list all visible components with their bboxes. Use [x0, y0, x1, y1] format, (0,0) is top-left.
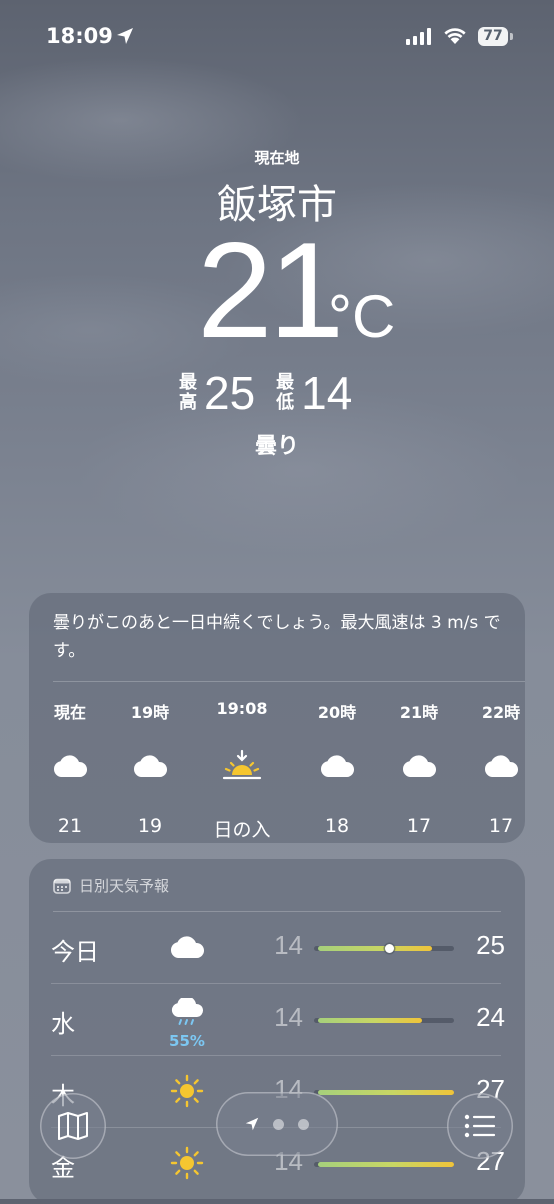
low-label: 最低 — [276, 372, 295, 413]
current-temperature: 21 — [197, 214, 344, 366]
daily-header-label: 日別天気予報 — [79, 877, 170, 895]
location-arrow-icon — [117, 28, 133, 44]
temperature-range-bar — [314, 1018, 454, 1023]
hour-temp: 19 — [137, 815, 163, 837]
location-label: 現在地 — [254, 149, 300, 167]
low-temp: 14 — [274, 930, 303, 960]
status-bar: 18:09 77 — [0, 0, 554, 70]
temperature-unit: °C — [328, 283, 396, 350]
map-button[interactable] — [40, 1093, 106, 1159]
hour-label: 現在 — [53, 703, 86, 722]
high-low: 最高 25 最低 14 — [178, 366, 372, 420]
range-fill — [318, 1162, 454, 1167]
cloud-icon — [320, 755, 355, 777]
map-icon — [58, 1112, 88, 1140]
current-temp-marker — [385, 944, 395, 953]
sun-icon — [170, 1074, 204, 1108]
day-label: 水 — [51, 1010, 75, 1038]
day-label: 今日 — [51, 938, 99, 966]
hour-item: 19:08 日の入 — [202, 699, 282, 842]
hour-temp: 17 — [488, 815, 514, 837]
location-pager[interactable] — [216, 1092, 338, 1156]
location-arrow-icon — [245, 1117, 259, 1131]
daily-forecast-header: 日別天気予報 — [53, 875, 169, 896]
temperature-range-bar — [314, 1162, 454, 1167]
high-temp: 24 — [476, 1002, 505, 1032]
hour-temp: 21 — [57, 815, 83, 837]
battery-indicator: 77 — [478, 27, 508, 46]
wifi-icon — [444, 28, 466, 44]
temperature-range-bar — [314, 1090, 454, 1095]
divider — [53, 681, 525, 682]
high-label: 最高 — [179, 372, 197, 413]
hour-temp: 日の入 — [213, 819, 271, 841]
cloud-icon — [402, 755, 437, 777]
precipitation-chance: 55% — [169, 1032, 205, 1050]
page-dot[interactable] — [273, 1118, 284, 1130]
hour-label: 19時 — [130, 703, 170, 722]
list-icon — [464, 1114, 496, 1138]
status-time: 18:09 — [46, 24, 113, 48]
hour-temp: 18 — [324, 815, 350, 837]
hour-item: 現在 21 — [30, 699, 110, 837]
daily-row[interactable]: 水 55% 14 24 — [29, 984, 525, 1056]
battery-tip — [510, 33, 513, 40]
cloud-icon — [133, 755, 168, 777]
hour-item: 22時 17 — [461, 699, 525, 837]
location-list-button[interactable] — [447, 1093, 513, 1159]
range-fill — [318, 946, 433, 951]
forecast-summary: 曇りがこのあと一日中続くでしょう。最大風速は 3 m/s です。 — [53, 613, 501, 661]
hour-item: 21時 17 — [379, 699, 459, 837]
temperature-range-bar — [314, 944, 454, 953]
hourly-forecast-card[interactable]: 曇りがこのあと一日中続くでしょう。最大風速は 3 m/s です。 現在 21 1… — [29, 593, 525, 843]
sunset-icon — [222, 749, 262, 780]
hourly-list[interactable]: 現在 21 19時 19 19:08 日の入 20時 18 21時 17 22時… — [29, 699, 525, 842]
hour-item: 19時 19 — [110, 699, 190, 837]
sun-icon — [170, 1146, 204, 1180]
hour-item: 20時 18 — [297, 699, 377, 837]
daily-row[interactable]: 今日 14 25 — [29, 912, 525, 984]
page-dot[interactable] — [298, 1118, 309, 1130]
calendar-icon — [53, 878, 71, 894]
low-value: 14 — [301, 367, 353, 419]
cloud-rain-icon — [171, 996, 204, 1025]
hour-label: 22時 — [481, 703, 521, 722]
weather-condition: 曇り — [254, 434, 299, 459]
cloud-icon — [484, 755, 519, 777]
hour-label: 19:08 — [216, 699, 268, 718]
hour-label: 20時 — [317, 703, 357, 722]
low-temp: 14 — [274, 1002, 303, 1032]
cloud-icon — [53, 755, 88, 777]
high-value: 25 — [204, 367, 256, 419]
hour-label: 21時 — [399, 703, 439, 722]
range-fill — [318, 1018, 422, 1023]
cloud-icon — [170, 936, 205, 958]
hour-temp: 17 — [406, 815, 432, 837]
cellular-signal-icon — [406, 28, 431, 45]
range-fill — [318, 1090, 454, 1095]
high-temp: 25 — [476, 930, 505, 960]
